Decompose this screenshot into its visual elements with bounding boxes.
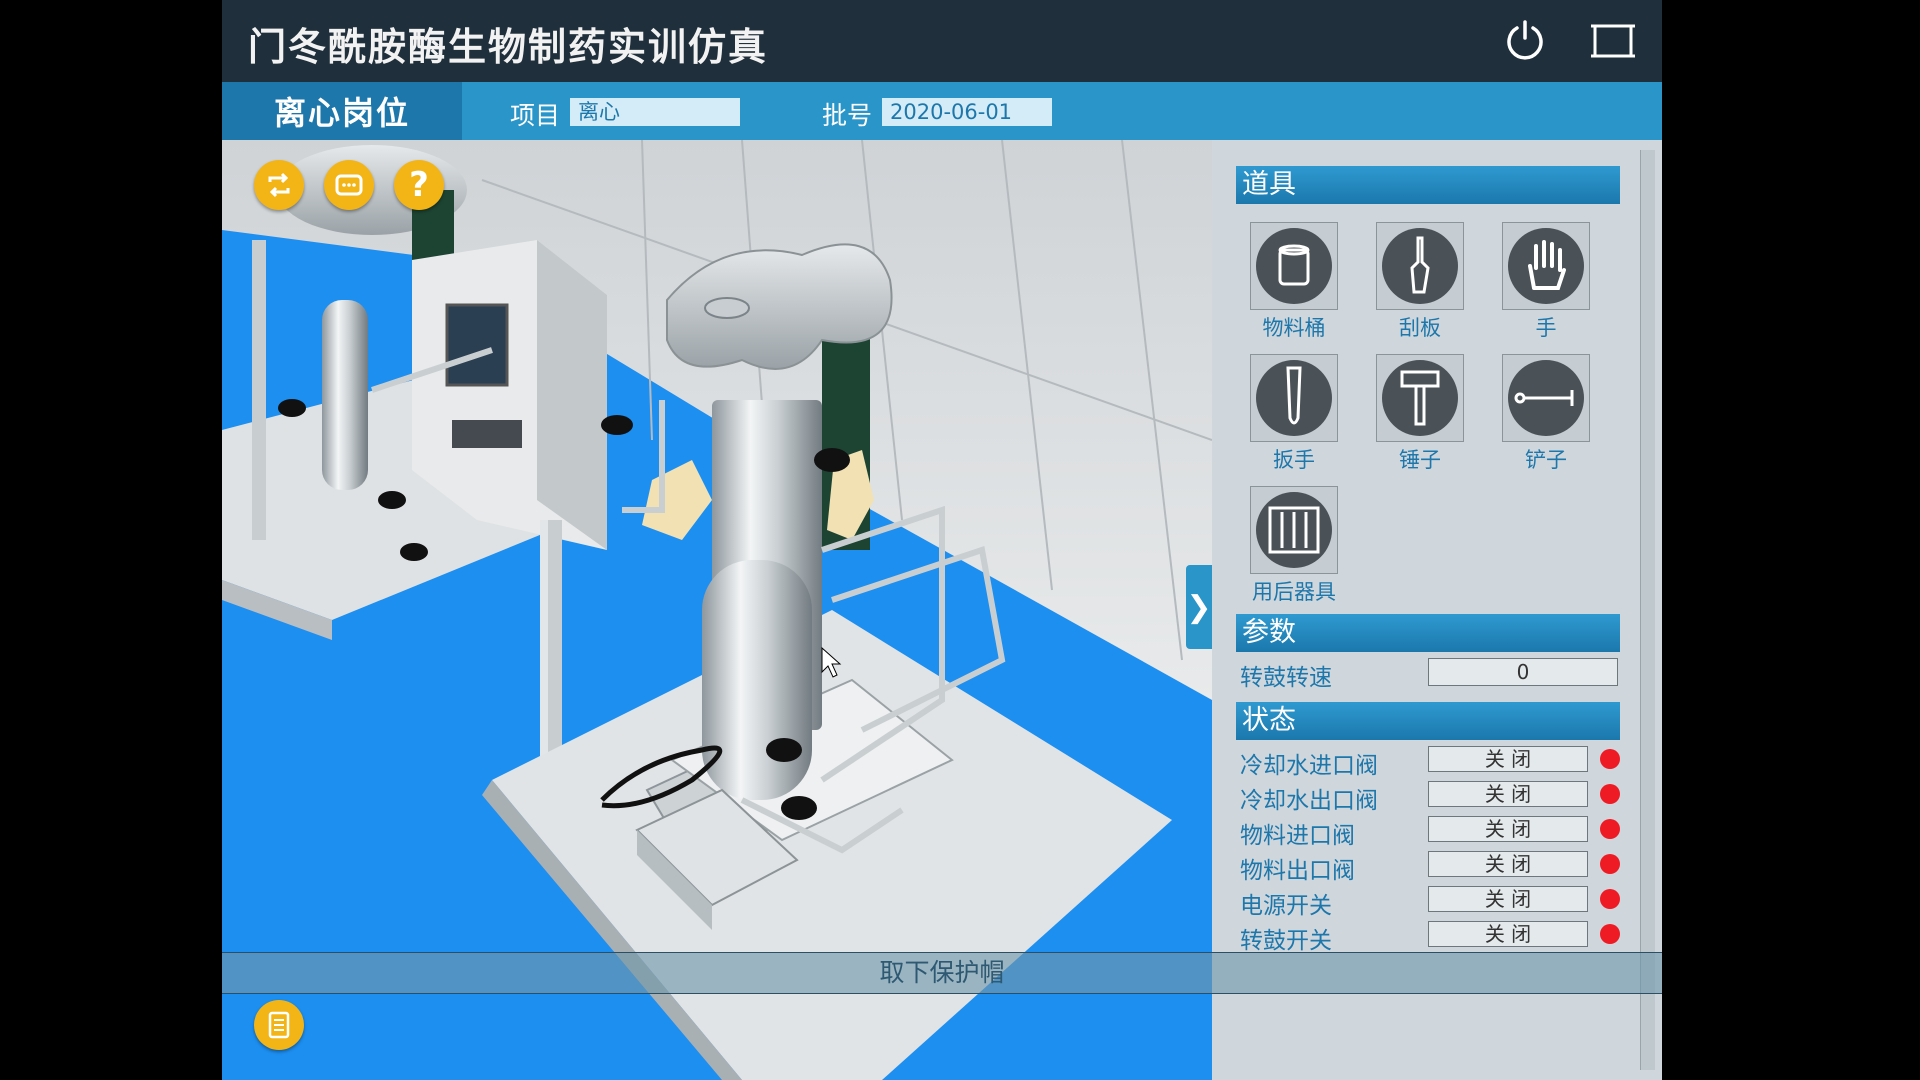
tool-bucket[interactable]: 物料桶 <box>1244 222 1344 342</box>
bucket-icon <box>1250 222 1338 310</box>
status-value: 关 闭 <box>1428 921 1588 947</box>
reset-icon[interactable] <box>254 160 304 210</box>
status-indicator <box>1600 819 1620 839</box>
batch-label: 批号 <box>822 101 873 130</box>
hint-bar: 取下保护帽 <box>222 952 1662 994</box>
status-label: 物料进口阀 <box>1240 823 1355 849</box>
tool-label: 物料桶 <box>1262 316 1326 340</box>
status-label: 电源开关 <box>1240 893 1332 919</box>
status-value: 关 闭 <box>1428 886 1588 912</box>
tool-shovel[interactable]: 铲子 <box>1496 354 1596 474</box>
batch-field: 2020-06-01 <box>882 98 1052 126</box>
status-label: 冷却水出口阀 <box>1240 788 1378 814</box>
status-header: 状态 <box>1236 702 1620 740</box>
fullscreen-icon[interactable] <box>1590 18 1636 64</box>
simulator-window: 门冬酰胺酶生物制药实训仿真 离心岗位 项目 离心 批号 2020-06-01 ?… <box>222 0 1662 1080</box>
tools-header: 道具 <box>1236 166 1620 204</box>
status-indicator <box>1600 784 1620 804</box>
title-bar: 门冬酰胺酶生物制药实训仿真 <box>222 0 1662 82</box>
used-tools-icon <box>1250 486 1338 574</box>
status-indicator <box>1600 924 1620 944</box>
hammer-icon <box>1376 354 1464 442</box>
panel-collapse-button[interactable]: ❯ <box>1186 565 1212 649</box>
param-value-drum-speed: 0 <box>1428 658 1618 686</box>
help-icon[interactable]: ? <box>394 160 444 210</box>
tool-wrench[interactable]: 扳手 <box>1244 354 1344 474</box>
status-value: 关 闭 <box>1428 781 1588 807</box>
hand-icon <box>1502 222 1590 310</box>
tool-scraper[interactable]: 刮板 <box>1370 222 1470 342</box>
project-label: 项目 <box>510 101 561 130</box>
wrench-icon <box>1250 354 1338 442</box>
params-header: 参数 <box>1236 614 1620 652</box>
panel-scrollbar[interactable] <box>1640 150 1655 1070</box>
status-indicator <box>1600 854 1620 874</box>
scraper-icon <box>1376 222 1464 310</box>
status-value: 关 闭 <box>1428 746 1588 772</box>
tool-label: 扳手 <box>1273 448 1315 472</box>
control-panel: 道具 物料桶 刮板 手 扳手 锤子 铲子 用后器具 参数 转鼓转速 0 状态 冷… <box>1212 140 1662 1080</box>
tool-label: 用后器具 <box>1252 580 1336 604</box>
tool-used-tools[interactable]: 用后器具 <box>1244 486 1344 606</box>
param-label-drum-speed: 转鼓转速 <box>1240 665 1332 691</box>
3d-viewport[interactable]: ? ❯ <box>222 140 1212 1080</box>
status-indicator <box>1600 749 1620 769</box>
power-icon[interactable] <box>1502 18 1548 64</box>
status-indicator <box>1600 889 1620 909</box>
status-value: 关 闭 <box>1428 816 1588 842</box>
station-tab[interactable]: 离心岗位 <box>222 82 462 140</box>
info-bar: 离心岗位 项目 离心 批号 2020-06-01 <box>222 82 1662 140</box>
status-value: 关 闭 <box>1428 851 1588 877</box>
status-label: 物料出口阀 <box>1240 858 1355 884</box>
tool-label: 铲子 <box>1525 448 1567 472</box>
shovel-icon <box>1502 354 1590 442</box>
project-field: 离心 <box>570 98 740 126</box>
tool-label: 刮板 <box>1399 316 1441 340</box>
tool-label: 锤子 <box>1399 448 1441 472</box>
centrifuge-scene <box>222 140 1212 1080</box>
status-label: 转鼓开关 <box>1240 928 1332 954</box>
notes-icon[interactable] <box>254 1000 304 1050</box>
tool-hand[interactable]: 手 <box>1496 222 1596 342</box>
chat-icon[interactable] <box>324 160 374 210</box>
app-title: 门冬酰胺酶生物制药实训仿真 <box>248 25 769 69</box>
tool-label: 手 <box>1535 316 1557 340</box>
tool-hammer[interactable]: 锤子 <box>1370 354 1470 474</box>
status-label: 冷却水进口阀 <box>1240 753 1378 779</box>
